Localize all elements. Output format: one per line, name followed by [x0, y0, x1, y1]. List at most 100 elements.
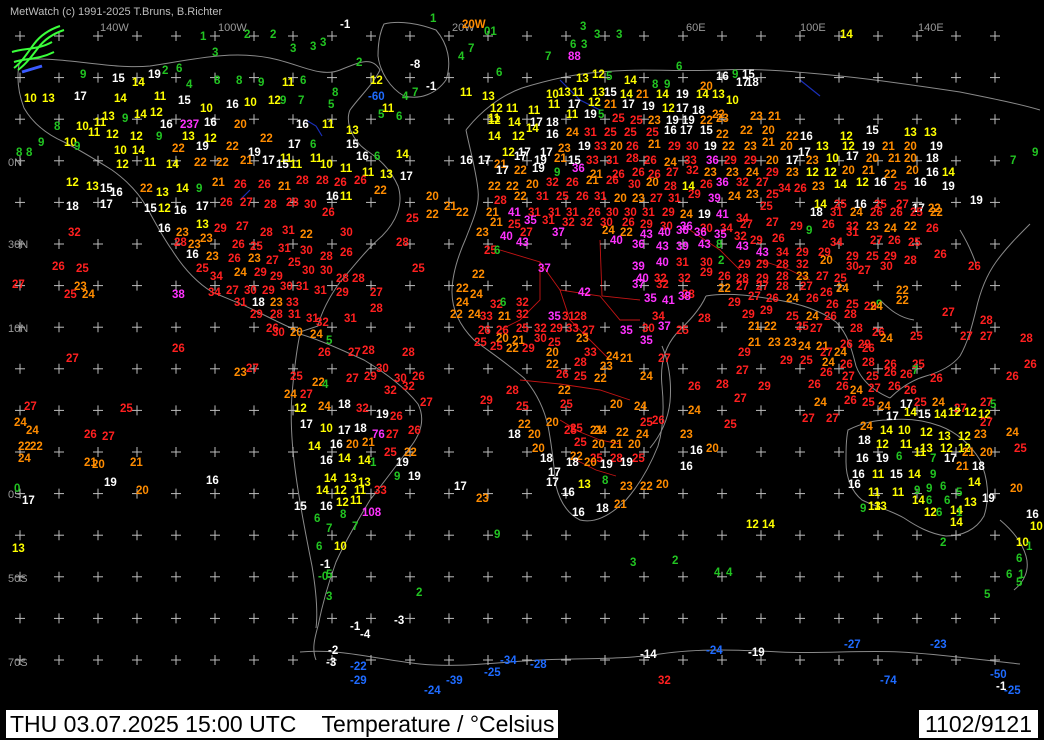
station-temperature: 14 — [488, 131, 501, 143]
station-temperature: 24 — [318, 401, 331, 413]
station-temperature: 2 — [356, 57, 362, 69]
station-temperature: 18 — [926, 153, 939, 165]
lon-label-60e: 60E — [686, 22, 706, 34]
station-temperature: 12 — [336, 497, 349, 509]
station-temperature: 01 — [484, 26, 497, 38]
station-temperature: 27 — [810, 323, 823, 335]
station-temperature: 17 — [622, 99, 635, 111]
station-temperature: 16 — [460, 155, 473, 167]
station-temperature: 22 — [514, 165, 527, 177]
station-temperature: 21 — [554, 153, 567, 165]
station-temperature: 22 — [718, 283, 731, 295]
station-temperature: 36 — [706, 155, 719, 167]
station-temperature: 18 — [540, 453, 553, 465]
station-temperature: 14 — [316, 485, 329, 497]
station-temperature: 26 — [900, 369, 913, 381]
station-temperature: 27 — [800, 281, 813, 293]
station-temperature: 6 — [1016, 553, 1022, 565]
lon-label-100e: 100E — [800, 22, 826, 34]
station-temperature: 29 — [738, 347, 751, 359]
station-temperature: 26 — [390, 411, 403, 423]
station-temperature: -24 — [424, 685, 441, 697]
station-temperature: 8 — [340, 509, 347, 521]
station-temperature: 43 — [736, 241, 749, 253]
station-temperature: 18 — [858, 435, 871, 447]
station-temperature: 13 — [874, 501, 887, 513]
station-temperature: 6 — [300, 75, 306, 87]
station-temperature: 31 — [668, 193, 681, 205]
station-temperature: 31 — [642, 207, 655, 219]
station-temperature: 22 — [450, 309, 463, 321]
station-temperature: 17 — [338, 425, 351, 437]
station-temperature: 27 — [736, 365, 749, 377]
station-temperature: 42 — [578, 287, 591, 299]
station-temperature: 20W — [462, 19, 486, 31]
station-temperature: 24 — [470, 289, 483, 301]
station-temperature: 23 — [746, 189, 759, 201]
station-temperature: 23 — [812, 181, 825, 193]
station-temperature: 21 — [962, 447, 975, 459]
station-temperature: 25 — [612, 113, 625, 125]
station-temperature: 14 — [840, 29, 853, 41]
station-temperature: 21 — [620, 353, 633, 365]
station-temperature: 8 — [236, 75, 243, 87]
station-temperature: 16 — [158, 223, 171, 235]
station-temperature: 5 — [984, 589, 991, 601]
station-temperature: 12 — [592, 69, 605, 81]
station-temperature: 14 — [134, 109, 147, 121]
station-temperature: 21 — [888, 153, 901, 165]
station-temperature: 26 — [904, 385, 917, 397]
station-temperature: 12 — [588, 97, 601, 109]
station-temperature: 1 — [1026, 541, 1033, 553]
station-temperature: 20 — [136, 485, 149, 497]
station-temperature: 24 — [786, 293, 799, 305]
station-temperature: 35 — [644, 293, 657, 305]
station-temperature: 17 — [786, 155, 799, 167]
station-temperature: 17 — [400, 171, 413, 183]
station-temperature: 17 — [846, 151, 859, 163]
station-temperature: 32 — [796, 259, 809, 271]
station-temperature: 21 — [648, 139, 661, 151]
station-temperature: 43 — [516, 237, 529, 249]
station-temperature: 9 — [80, 69, 86, 81]
station-temperature: -8 — [410, 59, 421, 71]
station-temperature: 26 — [478, 325, 491, 337]
station-temperature: 27 — [980, 417, 993, 429]
station-temperature: 23 — [744, 141, 757, 153]
station-temperature: 8 — [54, 121, 61, 133]
station-temperature: 29 — [780, 355, 793, 367]
station-temperature: 26 — [700, 179, 713, 191]
station-temperature: 26 — [820, 287, 833, 299]
station-temperature: 13 — [182, 131, 195, 143]
station-temperature: 23 — [806, 155, 819, 167]
station-temperature: 30 — [628, 179, 641, 191]
station-temperature: 16 — [174, 205, 187, 217]
station-temperature: 26 — [840, 359, 853, 371]
station-temperature: 25 — [406, 213, 419, 225]
station-temperature: 2 — [940, 537, 946, 549]
station-temperature: 26 — [766, 293, 779, 305]
station-temperature: 28 — [664, 181, 677, 193]
station-temperature: 20 — [528, 429, 541, 441]
station-temperature: 18 — [508, 429, 521, 441]
station-temperature: 28 — [574, 357, 587, 369]
station-temperature: 29 — [214, 223, 227, 235]
station-temperature: 27 — [736, 281, 749, 293]
station-temperature: 22 — [896, 295, 909, 307]
station-temperature: 21 — [586, 175, 599, 187]
station-temperature: 24 — [594, 425, 607, 437]
station-temperature: 10 — [334, 541, 347, 553]
station-temperature: 27 — [734, 393, 747, 405]
station-temperature: 24 — [884, 223, 897, 235]
station-temperature: 20 — [766, 155, 779, 167]
station-temperature: 6 — [314, 513, 320, 525]
station-temperature: 27 — [980, 331, 993, 343]
lon-label-140e: 140E — [918, 22, 944, 34]
station-temperature: 25 — [1014, 443, 1027, 455]
station-temperature: 28 — [352, 273, 365, 285]
station-temperature: 23 — [620, 481, 633, 493]
station-temperature: 27 — [756, 177, 769, 189]
station-temperature: 22 — [594, 373, 607, 385]
station-temperature: 28 — [286, 197, 299, 209]
station-temperature: 26 — [718, 271, 731, 283]
